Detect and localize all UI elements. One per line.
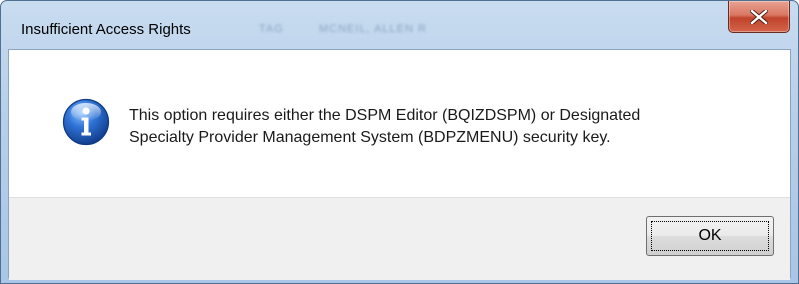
title-bar[interactable]: TAG MCNEIL, ALLEN R Insufficient Access … (1, 1, 798, 49)
message-line: Specialty Provider Management System (BD… (129, 129, 611, 146)
information-icon (62, 98, 110, 146)
close-button[interactable] (728, 1, 790, 33)
ok-button-label: OK (698, 227, 722, 244)
window-title: Insufficient Access Rights (21, 21, 191, 38)
dialog-window: TAG MCNEIL, ALLEN R Insufficient Access … (0, 0, 799, 284)
background-text: TAG (259, 23, 284, 35)
message-line: This option requires either the DSPM Edi… (129, 107, 641, 124)
background-text: MCNEIL, ALLEN R (319, 23, 427, 35)
message-text: This option requires either the DSPM Edi… (129, 105, 769, 149)
message-area: This option requires either the DSPM Edi… (9, 50, 790, 197)
close-x-icon (750, 9, 768, 24)
ok-button[interactable]: OK (646, 216, 774, 256)
